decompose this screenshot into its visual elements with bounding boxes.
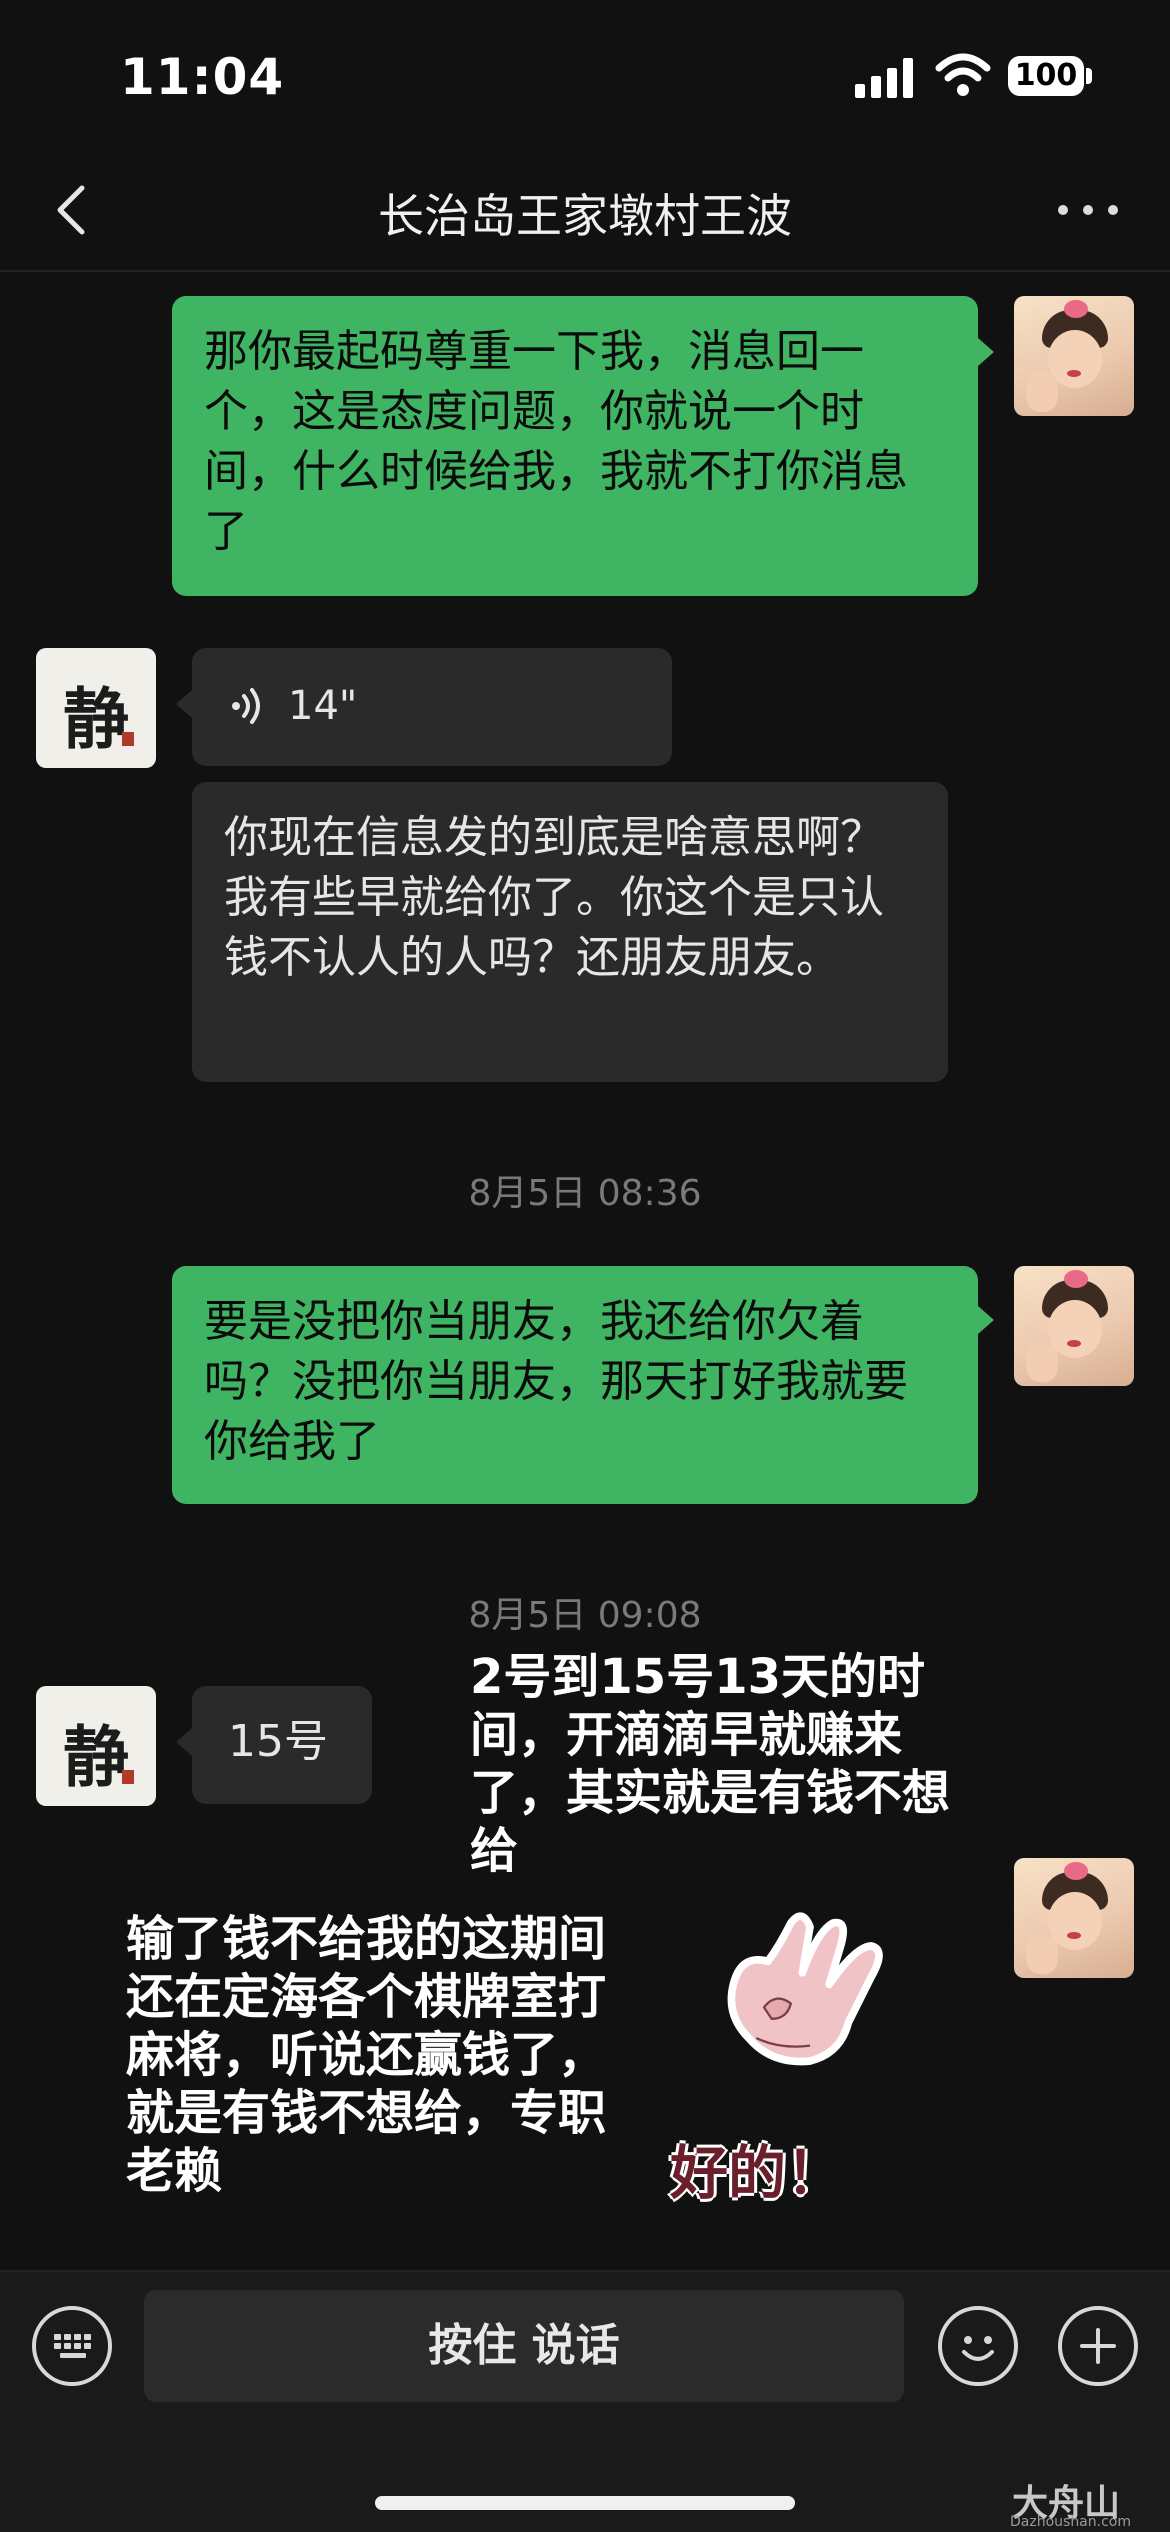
message-text: 那你最起码尊重一下我，消息回一个，这是态度问题，你就说一个时间，什么时候给我，我… xyxy=(204,326,908,557)
wifi-icon xyxy=(935,53,991,96)
my-avatar[interactable] xyxy=(1014,296,1134,416)
annotation-text: 2号到15号13天的时间，开滴滴早就赚来了，其实就是有钱不想给 xyxy=(470,1649,951,1879)
my-avatar[interactable] xyxy=(1014,1858,1134,1978)
message-text: 要是没把你当朋友，我还给你欠着吗？没把你当朋友，那天打好我就要你给我了 xyxy=(204,1296,908,1467)
voice-wave-icon xyxy=(232,688,260,724)
ok-hand-icon xyxy=(727,1912,883,2066)
watermark-subtext: Dazhoushan.com xyxy=(1010,2514,1131,2530)
voice-message-bubble[interactable]: 14" xyxy=(192,648,672,766)
contact-avatar[interactable]: 静 xyxy=(36,1686,156,1806)
bubble-tail xyxy=(978,338,994,366)
ok-hand-sticker[interactable]: 好的！ xyxy=(660,1900,960,2207)
sent-message-bubble[interactable]: 要是没把你当朋友，我还给你欠着吗？没把你当朋友，那天打好我就要你给我了 xyxy=(172,1266,978,1504)
battery-indicator: 100 xyxy=(1008,56,1084,96)
received-message-bubble[interactable]: 15号 xyxy=(192,1686,372,1804)
sticker-caption: 好的！ xyxy=(670,2139,845,2207)
received-message-bubble[interactable]: 你现在信息发的到底是啥意思啊？我有些早就给你了。你这个是只认钱不认人的人吗？还朋… xyxy=(192,782,948,1082)
sent-message-bubble[interactable]: 那你最起码尊重一下我，消息回一个，这是态度问题，你就说一个时间，什么时候给我，我… xyxy=(172,296,978,596)
bubble-tail xyxy=(978,1306,994,1334)
message-text: 15号 xyxy=(228,1716,328,1767)
bubble-tail xyxy=(176,690,192,718)
timestamp: 8月5日 08:36 xyxy=(468,1173,702,1214)
message-text: 你现在信息发的到底是啥意思啊？我有些早就给你了。你这个是只认钱不认人的人吗？还朋… xyxy=(224,812,884,983)
add-attachment-icon[interactable] xyxy=(1058,2306,1138,2386)
timestamp: 8月5日 09:08 xyxy=(468,1595,702,1636)
my-avatar[interactable] xyxy=(1014,1266,1134,1386)
annotation-text: 输了钱不给我的这期间还在定海各个棋牌室打麻将，听说还赢钱了，就是有钱不想给，专职… xyxy=(126,1911,607,2199)
bubble-tail xyxy=(176,1728,192,1756)
hold-to-talk-button[interactable]: 按住 说话 xyxy=(144,2290,904,2402)
chat-title: 长治岛王家墩村王波 xyxy=(378,189,792,243)
voice-duration: 14" xyxy=(288,683,358,729)
cellular-signal-icon xyxy=(855,56,913,98)
more-options-icon[interactable] xyxy=(1058,198,1118,222)
keyboard-toggle-icon[interactable] xyxy=(32,2306,112,2386)
contact-avatar[interactable]: 静 xyxy=(36,648,156,768)
battery-cap xyxy=(1086,68,1092,84)
home-indicator xyxy=(375,2496,795,2510)
status-time: 11:04 xyxy=(120,48,285,106)
emoji-icon[interactable] xyxy=(938,2306,1018,2386)
